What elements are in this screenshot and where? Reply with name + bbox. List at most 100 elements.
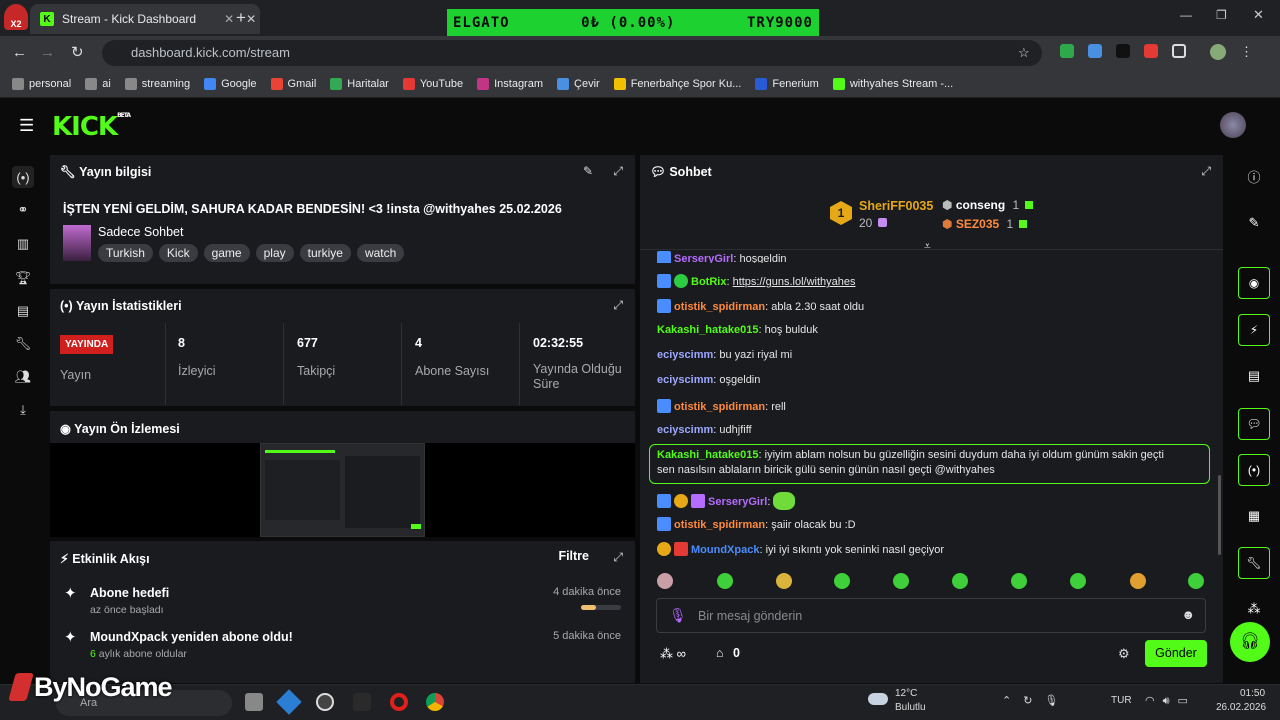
chat-username[interactable]: otistik_spidirman — [674, 401, 765, 413]
browser-tab[interactable]: K Stream - Kick Dashboard ✕ ✕ — [30, 4, 260, 34]
chat-username[interactable]: Kakashi_hatake015 — [657, 324, 759, 336]
nav-download-icon[interactable]: ⤓ — [12, 399, 34, 421]
hamburger-menu-icon[interactable]: ☰ — [19, 116, 34, 136]
expand-icon[interactable]: ⤢ — [613, 164, 623, 179]
nav-trophy-icon[interactable]: 🏆︎ — [12, 267, 34, 289]
mic-icon[interactable]: 🎙︎ — [669, 607, 687, 624]
chat-scrollbar[interactable] — [1218, 475, 1221, 555]
chat-username[interactable]: BotRix — [691, 276, 726, 288]
menu-dots-icon[interactable]: ⋮ — [1240, 44, 1253, 60]
broadcast-button[interactable]: (•) — [1238, 454, 1270, 486]
chat-button[interactable]: 💬︎ — [1238, 408, 1270, 440]
headset-support-button[interactable]: 🎧︎ — [1230, 622, 1270, 662]
bookmark-star-icon[interactable]: ☆ — [1018, 40, 1030, 66]
tag-chip[interactable]: Kick — [158, 244, 198, 262]
nav-media-icon[interactable]: ▤ — [12, 300, 34, 322]
bookmark-item[interactable]: Google — [204, 77, 257, 90]
emote-icon[interactable] — [717, 573, 733, 589]
emote-icon[interactable] — [1070, 573, 1086, 589]
chat-username[interactable]: otistik_spidirman — [674, 519, 765, 531]
chat-username[interactable]: MoundXpack — [691, 544, 759, 556]
emote-icon[interactable] — [952, 573, 968, 589]
bookmark-item[interactable]: withyahes Stream -... — [832, 77, 953, 90]
forward-icon[interactable]: → — [40, 44, 55, 61]
bolt-button[interactable]: ⚡︎ — [1238, 314, 1270, 346]
camera-button[interactable]: ◉ — [1238, 267, 1270, 299]
tag-chip[interactable]: turkiye — [299, 244, 351, 262]
opera-icon[interactable] — [390, 693, 408, 711]
edit-icon[interactable]: ✎ — [583, 164, 593, 178]
expand-icon[interactable]: ⤢ — [1201, 164, 1211, 179]
collapse-icon[interactable]: ⩡ — [924, 239, 931, 254]
emoji-icon[interactable]: ☻ — [1181, 607, 1195, 622]
taskbar-app-icon[interactable] — [316, 693, 334, 711]
bookmark-item[interactable]: Haritalar — [330, 77, 389, 90]
maximize-button[interactable]: ❐ — [1216, 8, 1227, 22]
bookmark-item[interactable]: Fenerbahçe Spor Ku... — [613, 77, 741, 90]
share-icon[interactable]: ⁂ — [1238, 593, 1270, 625]
bookmark-item[interactable]: streaming — [124, 77, 190, 90]
translate-ext-icon[interactable] — [1088, 44, 1102, 58]
chat-username[interactable]: otistik_spidirman — [674, 301, 765, 313]
emote-icon[interactable] — [776, 573, 792, 589]
expand-icon[interactable]: ⤢ — [613, 298, 623, 313]
user-avatar[interactable] — [1220, 112, 1246, 138]
bookmark-item[interactable]: YouTube — [402, 77, 463, 90]
wrench-button[interactable]: 🔧︎ — [1238, 547, 1270, 579]
chat-text[interactable]: https://guns.lol/withyahes — [733, 276, 856, 288]
close-window-button[interactable]: ✕ — [1253, 7, 1264, 23]
bookmark-item[interactable]: Çevir — [557, 77, 600, 90]
tray-icons[interactable]: ⌃↻🎙︎ — [1002, 694, 1070, 707]
new-tab-button[interactable]: + — [236, 8, 246, 28]
close-tab-icon[interactable]: ✕ — [246, 12, 256, 26]
kick-logo[interactable]: KICKBETA — [52, 112, 131, 142]
shield-icon[interactable] — [1060, 44, 1074, 58]
emote-icon[interactable] — [893, 573, 909, 589]
nav-wrench-icon[interactable]: 🔧︎ — [12, 333, 34, 355]
edit-icon[interactable]: ✎ — [1238, 207, 1270, 239]
preview-video[interactable] — [50, 443, 635, 537]
tag-chip[interactable]: Turkish — [98, 244, 153, 262]
emote-icon[interactable] — [1011, 573, 1027, 589]
taskbar-app-icon[interactable] — [245, 693, 263, 711]
taskbar-app-icon[interactable] — [353, 693, 371, 711]
chat-username[interactable]: eciyscimm — [657, 374, 713, 386]
category-name[interactable]: Sadece Sohbet — [98, 225, 184, 239]
chat-username[interactable]: SerseryGirl — [674, 253, 733, 263]
reload-icon[interactable]: ↻ — [71, 43, 84, 61]
tag-chip[interactable]: play — [255, 244, 294, 262]
info-icon[interactable]: ⓘ — [1238, 160, 1270, 192]
chat-settings-icon[interactable]: ⚙︎ — [1118, 646, 1130, 662]
tag-chip[interactable]: watch — [356, 244, 405, 262]
emote-icon[interactable] — [834, 573, 850, 589]
layout-icon[interactable]: ▦ — [1238, 500, 1270, 532]
mute-tab-icon[interactable]: ✕ — [224, 12, 234, 26]
back-icon[interactable]: ← — [12, 44, 27, 61]
taskbar-app-icon[interactable] — [276, 689, 302, 715]
chat-username[interactable]: eciyscimm — [657, 349, 713, 361]
bookmark-item[interactable]: Gmail — [270, 77, 316, 90]
send-button[interactable]: Gönder — [1145, 640, 1207, 667]
profile-icon[interactable] — [1210, 44, 1226, 60]
bookmark-item[interactable]: personal — [12, 77, 71, 90]
ext-icon[interactable] — [1116, 44, 1130, 58]
chat-username[interactable]: eciyscimm — [657, 424, 713, 436]
nav-analytics-icon[interactable]: ▥ — [12, 233, 34, 255]
bookmark-item[interactable]: Instagram — [477, 77, 543, 90]
youtube-ext-icon[interactable] — [1144, 44, 1158, 58]
puzzle-icon[interactable] — [1172, 44, 1186, 58]
store-display[interactable]: ⌂ 0 — [716, 646, 740, 660]
network-icons[interactable]: ◠🔊︎▭ — [1145, 694, 1196, 708]
language[interactable]: TUR — [1111, 695, 1132, 706]
bookmark-item[interactable]: Fenerium — [755, 77, 819, 90]
nav-stream-icon[interactable]: (•) — [12, 166, 34, 188]
nav-link-icon[interactable]: ⚭ — [12, 199, 34, 221]
chat-input-box[interactable]: 🎙︎ Bir mesaj gönderin ☻ — [656, 598, 1206, 633]
chrome-icon[interactable] — [426, 693, 444, 711]
emote-icon[interactable] — [1188, 573, 1204, 589]
tag-chip[interactable]: game — [203, 244, 250, 262]
minimize-button[interactable]: — — [1180, 8, 1192, 22]
bookmark-item[interactable]: ai — [85, 77, 111, 90]
filter-button[interactable]: Filtre — [558, 549, 589, 563]
url-input[interactable]: dashboard.kick.com/stream ☆ — [102, 40, 1042, 66]
